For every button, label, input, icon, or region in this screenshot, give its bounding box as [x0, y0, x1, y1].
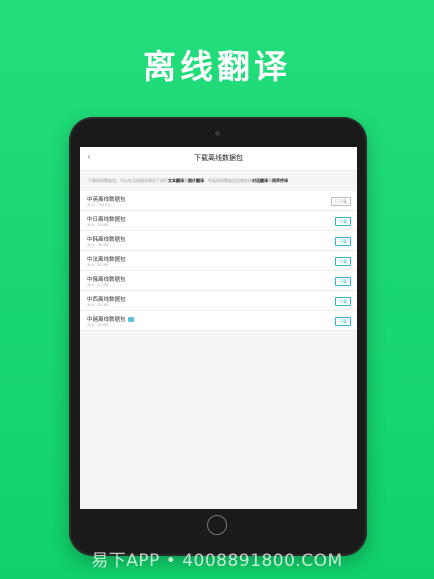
- navbar: ‹ 下载离线数据包: [80, 147, 357, 171]
- list-item: 中越离线数据包 大小：42.8M 下载: [80, 311, 357, 331]
- list-item: 中韩离线数据包 大小：38.0M 下载: [80, 231, 357, 251]
- package-size: 大小：27.5M: [87, 283, 109, 287]
- camera-dot: [215, 131, 220, 136]
- offline-notice: 下载离线数据包，可以在无网络的情况下进行文本翻译和图片翻译，中英离线数据包还增支…: [80, 171, 357, 191]
- download-button[interactable]: 下载: [335, 297, 351, 306]
- download-button[interactable]: 下载: [335, 277, 351, 286]
- notice-text-1: 下载离线数据包，可以在无网络的情况下进行: [88, 178, 168, 183]
- package-name-with-badge: 中越离线数据包: [87, 315, 134, 323]
- notice-bold-dialog-translate: 对话翻译: [252, 178, 268, 183]
- package-name: 中英离线数据包: [87, 197, 126, 203]
- tablet-screen: ‹ 下载离线数据包 下载离线数据包，可以在无网络的情况下进行文本翻译和图片翻译，…: [80, 147, 357, 509]
- notice-bold-text-translate: 文本翻译: [168, 178, 184, 183]
- headline: 离线翻译: [143, 47, 291, 86]
- list-item: 中西离线数据包 大小：43.4M 下载: [80, 291, 357, 311]
- package-size: 大小：42.8M: [87, 323, 109, 327]
- footer-watermark: 易下APP • 4008891800.COM: [91, 551, 343, 571]
- list-item: 中法离线数据包 大小：42.9M 下载: [80, 251, 357, 271]
- package-name: 中法离线数据包: [87, 257, 126, 263]
- list-item: 中日离线数据包 大小：44.0M 下载: [80, 211, 357, 231]
- list-item: 中英离线数据包 大小：704.1G 已下载: [80, 191, 357, 211]
- package-size: 大小：44.0M: [87, 223, 109, 227]
- package-size: 大小：704.1G: [87, 203, 111, 207]
- notice-text-3: ，中英离线数据包还增支持: [204, 178, 252, 183]
- download-button[interactable]: 下载: [335, 317, 351, 326]
- home-button[interactable]: [207, 515, 227, 535]
- package-name: 中西离线数据包: [87, 297, 126, 303]
- downloaded-button[interactable]: 已下载: [331, 197, 351, 206]
- package-size: 大小：43.4M: [87, 303, 109, 307]
- package-size: 大小：38.0M: [87, 243, 109, 247]
- download-button[interactable]: 下载: [335, 237, 351, 246]
- new-badge-icon: [127, 317, 134, 322]
- package-size: 大小：42.9M: [87, 263, 109, 267]
- package-name: 中俄离线数据包: [87, 277, 126, 283]
- package-name: 中韩离线数据包: [87, 237, 126, 243]
- list-item: 中俄离线数据包 大小：27.5M 下载: [80, 271, 357, 291]
- package-list: 中英离线数据包 大小：704.1G 已下载 中日离线数据包 大小：44.0M 下…: [80, 191, 357, 331]
- download-button[interactable]: 下载: [335, 217, 351, 226]
- tablet-frame: ‹ 下载离线数据包 下载离线数据包，可以在无网络的情况下进行文本翻译和图片翻译，…: [69, 117, 367, 556]
- download-button[interactable]: 下载: [335, 257, 351, 266]
- page-title: 下载离线数据包: [194, 154, 243, 162]
- package-name: 中日离线数据包: [87, 217, 126, 223]
- notice-bold-simultaneous: 同声传译: [272, 178, 288, 183]
- notice-bold-image-translate: 图片翻译: [188, 178, 204, 183]
